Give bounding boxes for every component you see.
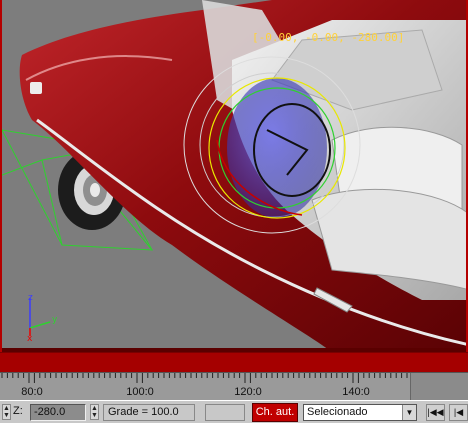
z-coordinate-label: Z: xyxy=(13,405,23,417)
svg-text:x: x xyxy=(27,334,33,342)
status-bar: ▲ ▼ Z: -280.0 ▲ ▼ Grade = 100.0 Ch. aut. S… xyxy=(0,400,468,423)
timeline-tick-label: 80:0 xyxy=(21,386,43,398)
go-to-start-icon[interactable]: |◀◀ xyxy=(426,404,445,421)
timeline-tick-label: 100:0 xyxy=(126,386,154,398)
axis-tripod-icon: z y x xyxy=(27,293,58,342)
transform-coordinate-readout: [-0.00, -0.00, -280.00] xyxy=(252,31,405,44)
z-coordinate-field[interactable]: -280.0 xyxy=(30,404,86,421)
scene-render xyxy=(2,0,466,352)
spinner-arrows-icon[interactable]: ▲ ▼ xyxy=(2,404,11,420)
previous-frame-icon[interactable]: |◀ xyxy=(449,404,468,421)
key-filter-value: Selecionado xyxy=(307,406,368,418)
svg-text:z: z xyxy=(28,293,33,303)
timeline-tick-label: 140:0 xyxy=(342,386,370,398)
key-icon[interactable] xyxy=(205,404,245,421)
key-filter-dropdown[interactable]: Selecionado ▼ xyxy=(303,404,417,421)
dropdown-arrow-icon: ▼ xyxy=(402,405,416,420)
svg-text:y: y xyxy=(52,315,58,325)
timeslider-track[interactable] xyxy=(0,352,468,373)
timeline-end-panel xyxy=(410,373,468,401)
spinner-arrows-icon[interactable]: ▲ ▼ xyxy=(90,404,99,420)
timeline-ruler[interactable]: 80:0 100:0 120:0 140:0 xyxy=(0,372,468,401)
timeline-tick-label: 120:0 xyxy=(234,386,262,398)
grid-spacing-readout: Grade = 100.0 xyxy=(103,404,195,421)
perspective-viewport[interactable]: [-0.00, -0.00, -280.00] z y x xyxy=(0,0,468,352)
auto-key-button[interactable]: Ch. aut. xyxy=(252,403,298,422)
